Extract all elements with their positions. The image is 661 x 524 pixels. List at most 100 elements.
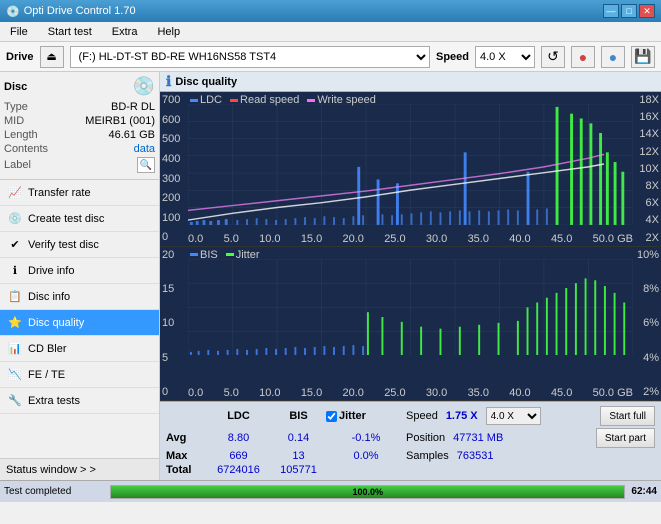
sidebar: Disc 💿 Type BD-R DL MID MEIRB1 (001) Len… (0, 72, 160, 480)
total-label: Total (166, 464, 206, 476)
disc-icon: 💿 (133, 76, 155, 97)
close-button[interactable]: ✕ (639, 4, 655, 18)
sidebar-item-verify-test-disc[interactable]: ✔ Verify test disc (0, 232, 159, 258)
cd-bler-icon: 📊 (8, 342, 22, 356)
jitter-checkbox[interactable] (326, 411, 337, 422)
sidebar-item-label-fe-te: FE / TE (28, 369, 65, 381)
chart1-x-axis: 0.05.010.015.020.0 25.030.035.040.045.05… (188, 233, 633, 246)
menu-extra[interactable]: Extra (106, 24, 144, 40)
speed-select[interactable]: 4.0 X (475, 46, 535, 68)
ldc-chart: LDC Read speed Write speed 0 100 (160, 92, 661, 247)
label-label: Label (4, 159, 31, 171)
time-display: 62:44 (631, 486, 657, 497)
start-full-button[interactable]: Start full (600, 406, 655, 426)
bottom-bar: Test completed 100.0% 62:44 (0, 480, 661, 502)
disc-title: Disc (4, 81, 27, 93)
drive-select[interactable]: (F:) HL-DT-ST BD-RE WH16NS58 TST4 (70, 46, 430, 68)
max-ldc: 669 (206, 450, 271, 462)
charts-area: LDC Read speed Write speed 0 100 (160, 92, 661, 401)
disc-length-row: Length 46.61 GB (4, 129, 155, 141)
verify-disc-icon: ✔ (8, 238, 22, 252)
transfer-rate-icon: 📈 (8, 186, 22, 200)
sidebar-item-disc-quality[interactable]: ⭐ Disc quality (0, 310, 159, 336)
start-part-button[interactable]: Start part (596, 428, 655, 448)
max-label: Max (166, 450, 206, 462)
title-bar: 💿 Opti Drive Control 1.70 — □ ✕ (0, 0, 661, 22)
total-bis: 105771 (271, 464, 326, 476)
ldc-header: LDC (206, 410, 271, 422)
jitter-legend-dot (226, 253, 234, 256)
status-window-button[interactable]: Status window > > (0, 458, 159, 480)
sidebar-item-cd-bler[interactable]: 📊 CD Bler (0, 336, 159, 362)
sidebar-menu: 📈 Transfer rate 💿 Create test disc ✔ Ver… (0, 180, 159, 458)
bis-header: BIS (271, 410, 326, 422)
bis-legend-dot (190, 253, 198, 256)
create-disc-icon: 💿 (8, 212, 22, 226)
sidebar-item-extra-tests[interactable]: 🔧 Extra tests (0, 388, 159, 414)
speed-select-stat[interactable]: 4.0 X (486, 407, 541, 425)
sidebar-item-label-verify: Verify test disc (28, 239, 99, 251)
mid-label: MID (4, 115, 24, 127)
type-label: Type (4, 101, 28, 113)
menu-file[interactable]: File (4, 24, 34, 40)
sidebar-item-create-test-disc[interactable]: 💿 Create test disc (0, 206, 159, 232)
sidebar-item-label-cd-bler: CD Bler (28, 343, 67, 355)
eject-button[interactable]: ⏏ (40, 46, 64, 68)
chart2-y-axis-right: 2% 4% 6% 8% 10% (633, 247, 661, 401)
chart1-legend: LDC Read speed Write speed (190, 94, 376, 106)
content-area: ℹ Disc quality LDC Read speed (160, 72, 661, 480)
speed-label-stat: Speed (406, 410, 438, 422)
write-speed-legend: Write speed (307, 94, 376, 106)
write-speed-dot (307, 99, 315, 102)
disc-quality-header-icon: ℹ (166, 73, 171, 90)
sidebar-item-transfer-rate[interactable]: 📈 Transfer rate (0, 180, 159, 206)
disc-contents-row: Contents data (4, 143, 155, 155)
save-button[interactable]: 💾 (631, 46, 655, 68)
chart2-x-axis: 0.05.010.015.020.0 25.030.035.040.045.05… (188, 387, 633, 400)
position-label: Position (406, 432, 445, 444)
minimize-button[interactable]: — (603, 4, 619, 18)
chart1-y-axis-right: 2X 4X 6X 8X 10X 12X 14X 16X 18X (633, 92, 661, 246)
disc-button2[interactable]: ● (601, 46, 625, 68)
length-label: Length (4, 129, 38, 141)
progress-text: 100.0% (111, 486, 624, 498)
chart1-y-axis: 0 100 200 300 400 500 600 700 (160, 92, 188, 246)
main-container: Disc 💿 Type BD-R DL MID MEIRB1 (001) Len… (0, 72, 661, 480)
title-bar-controls: — □ ✕ (603, 4, 655, 18)
menu-start-test[interactable]: Start test (42, 24, 98, 40)
bis-chart: BIS Jitter 0 5 10 15 20 (160, 247, 661, 402)
contents-label: Contents (4, 143, 48, 155)
app-icon: 💿 (6, 5, 20, 18)
disc-mid-row: MID MEIRB1 (001) (4, 115, 155, 127)
label-icon-button[interactable]: 🔍 (137, 157, 155, 173)
read-speed-label: Read speed (240, 94, 299, 106)
read-speed-dot (230, 99, 238, 102)
chart2-legend: BIS Jitter (190, 249, 260, 261)
ldc-legend-label: LDC (200, 94, 222, 106)
speed-value-stat: 1.75 X (446, 410, 478, 422)
sidebar-item-drive-info[interactable]: ℹ Drive info (0, 258, 159, 284)
menu-help[interactable]: Help (151, 24, 186, 40)
avg-jitter: -0.1% (326, 432, 406, 444)
app-title: Opti Drive Control 1.70 (24, 5, 136, 17)
sidebar-item-fe-te[interactable]: 📉 FE / TE (0, 362, 159, 388)
length-value: 46.61 GB (109, 129, 155, 141)
avg-label: Avg (166, 432, 206, 444)
disc-button1[interactable]: ● (571, 46, 595, 68)
status-text: Test completed (4, 486, 104, 497)
bis-legend-label: BIS (200, 249, 218, 261)
title-bar-title: 💿 Opti Drive Control 1.70 (6, 5, 136, 18)
total-ldc: 6724016 (206, 464, 271, 476)
chart2-svg (188, 259, 633, 356)
maximize-button[interactable]: □ (621, 4, 637, 18)
bis-legend: BIS (190, 249, 218, 261)
write-speed-label: Write speed (317, 94, 376, 106)
ldc-legend-dot (190, 99, 198, 102)
position-value: 47731 MB (453, 432, 503, 444)
sidebar-item-disc-info[interactable]: 📋 Disc info (0, 284, 159, 310)
refresh-button[interactable]: ↺ (541, 46, 565, 68)
max-jitter: 0.0% (326, 450, 406, 462)
sidebar-item-label-drive-info: Drive info (28, 265, 74, 277)
samples-value: 763531 (457, 450, 494, 462)
disc-quality-header: ℹ Disc quality (160, 72, 661, 92)
